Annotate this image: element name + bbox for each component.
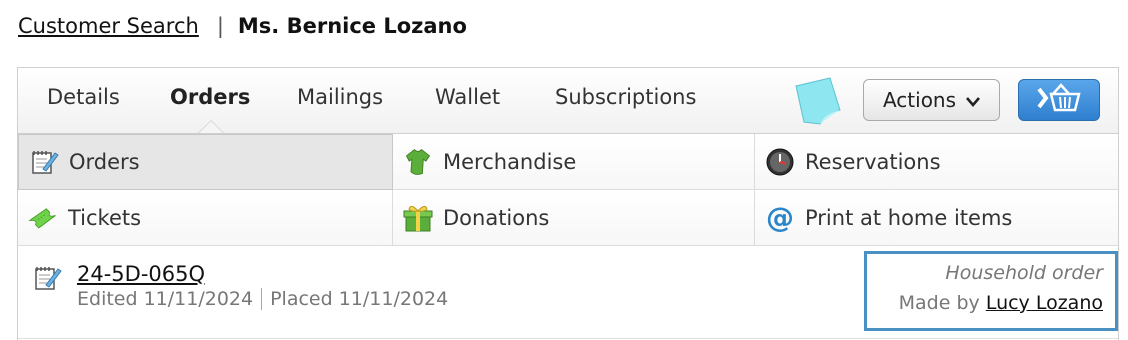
ticket-icon bbox=[28, 203, 58, 233]
clock-icon bbox=[765, 147, 795, 177]
category-print-at-home[interactable]: @ Print at home items bbox=[755, 190, 1118, 246]
category-label: Print at home items bbox=[805, 205, 1013, 230]
notepad-pencil-icon bbox=[32, 263, 62, 297]
order-dates: Edited 11/11/2024 Placed 11/11/2024 bbox=[77, 288, 448, 310]
tshirt-icon bbox=[403, 147, 433, 177]
basket-button[interactable] bbox=[1018, 79, 1100, 121]
order-number-link[interactable]: 24-5D-065Q bbox=[77, 262, 205, 286]
customer-name: Ms. Bernice Lozano bbox=[237, 14, 467, 38]
made-by: Made by Lucy Lozano bbox=[867, 292, 1103, 314]
category-label: Tickets bbox=[68, 205, 142, 230]
category-merchandise[interactable]: Merchandise bbox=[393, 134, 755, 190]
category-orders[interactable]: Orders bbox=[18, 134, 393, 190]
sticky-note-icon[interactable] bbox=[790, 74, 846, 132]
category-label: Orders bbox=[69, 150, 140, 174]
category-tickets[interactable]: Tickets bbox=[18, 190, 393, 246]
breadcrumb-separator: | bbox=[216, 14, 224, 38]
customer-panel: Details Orders Mailings Wallet Subscript… bbox=[17, 67, 1119, 340]
category-label: Merchandise bbox=[443, 149, 577, 174]
notepad-pencil-icon bbox=[29, 147, 59, 177]
gift-icon bbox=[403, 203, 433, 233]
category-donations[interactable]: Donations bbox=[393, 190, 755, 246]
household-order-box: Household order Made by Lucy Lozano bbox=[864, 251, 1118, 331]
made-by-link[interactable]: Lucy Lozano bbox=[986, 292, 1103, 314]
order-placed-date: Placed 11/11/2024 bbox=[270, 288, 449, 310]
breadcrumb: Customer Search | Ms. Bernice Lozano bbox=[18, 14, 467, 38]
actions-label: Actions bbox=[882, 88, 957, 112]
household-order-label: Household order bbox=[945, 262, 1103, 284]
chevron-down-icon bbox=[966, 88, 981, 112]
actions-button[interactable]: Actions bbox=[863, 79, 1000, 121]
tab-orders[interactable]: Orders bbox=[170, 85, 250, 109]
category-label: Donations bbox=[443, 205, 550, 230]
made-by-prefix: Made by bbox=[898, 292, 980, 314]
tab-details[interactable]: Details bbox=[47, 85, 120, 109]
customer-search-link[interactable]: Customer Search bbox=[18, 14, 199, 38]
tab-subscriptions[interactable]: Subscriptions bbox=[555, 85, 696, 109]
order-edited-date: Edited 11/11/2024 bbox=[77, 288, 254, 310]
category-label: Reservations bbox=[805, 149, 941, 174]
meta-divider bbox=[261, 288, 263, 310]
active-tab-caret bbox=[198, 120, 224, 133]
category-reservations[interactable]: Reservations bbox=[755, 134, 1118, 190]
basket-icon bbox=[1035, 83, 1083, 117]
order-row: 24-5D-065Q Edited 11/11/2024 Placed 11/1… bbox=[18, 248, 1118, 339]
tab-wallet[interactable]: Wallet bbox=[435, 85, 500, 109]
at-sign-icon: @ bbox=[765, 203, 795, 233]
tab-bar: Details Orders Mailings Wallet Subscript… bbox=[18, 68, 1118, 134]
svg-text:@: @ bbox=[766, 203, 794, 233]
tab-mailings[interactable]: Mailings bbox=[297, 85, 383, 109]
